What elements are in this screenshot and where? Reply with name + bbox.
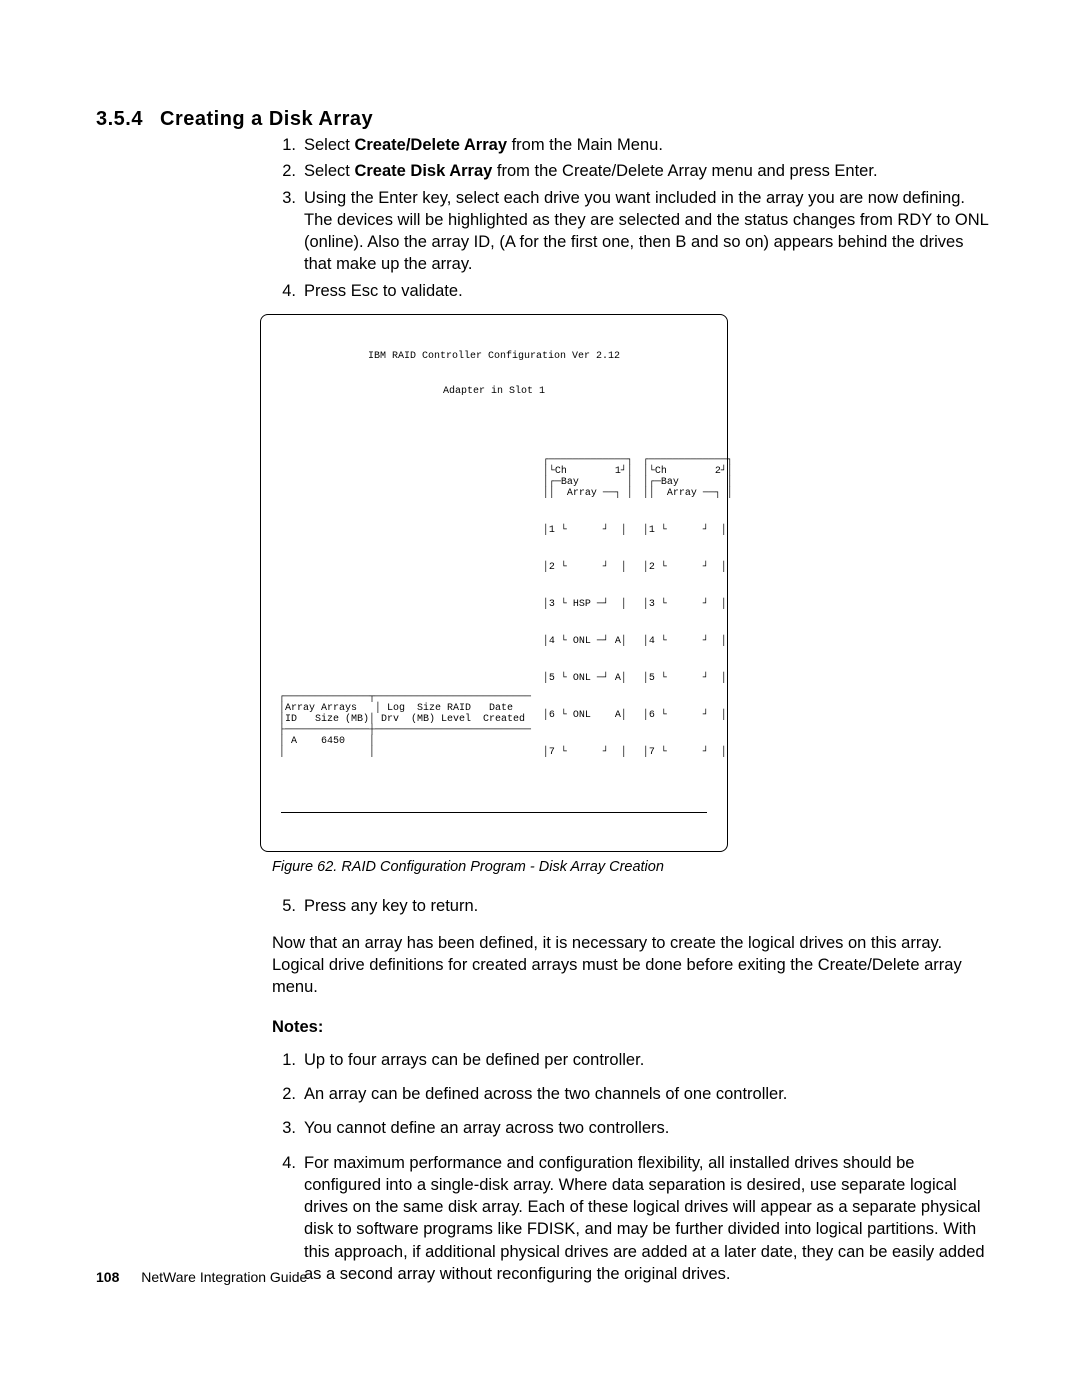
channels: ┌─────────────┐ │└Ch 1┘│ │┌─Bay │ ││ Arr… <box>531 433 729 780</box>
step-text: Press Esc to validate. <box>304 280 992 302</box>
step-marker: 2. <box>272 160 304 182</box>
figure-rule <box>281 812 707 813</box>
note-item: 3. You cannot define an array across two… <box>272 1117 992 1139</box>
array-row: A 6450 │ <box>285 736 375 747</box>
step-text: Select Create Disk Array from the Create… <box>304 160 992 182</box>
terminal-title: IBM RAID Controller Configuration Ver 2.… <box>279 351 709 362</box>
channel-head: ┌─────────────┐ │└Ch 2┘│ │┌─Bay │ ││ Arr… <box>643 455 729 499</box>
channel-2: ┌─────────────┐ │└Ch 2┘│ │┌─Bay │ ││ Arr… <box>643 433 729 780</box>
note-item: 4. For maximum performance and configura… <box>272 1152 992 1286</box>
page: 3.5.4 Creating a Disk Array 1. Select Cr… <box>0 0 1080 1397</box>
bay-row: │5 └ ONL ─┘ A│ <box>543 673 629 684</box>
array-header1: Array Arrays │ Log Size RAID Date <box>285 703 513 714</box>
section-title: Creating a Disk Array <box>160 108 373 131</box>
step-text: Press any key to return. <box>304 895 992 917</box>
text: Select <box>304 136 354 154</box>
note-text: Up to four arrays can be defined per con… <box>304 1049 992 1071</box>
channel-head: ┌─────────────┐ │└Ch 1┘│ │┌─Bay │ ││ Arr… <box>543 455 629 499</box>
text: Select <box>304 162 354 180</box>
step-marker: 5. <box>272 895 304 917</box>
text: from the Main Menu. <box>507 136 663 154</box>
figure-caption: Figure 62. RAID Configuration Program - … <box>272 858 992 878</box>
bay-row: │3 └ ┘ │ <box>643 599 729 610</box>
array-table-text: ┌──────────────┬────────────────────────… <box>279 692 531 758</box>
steps-list-continued: 5. Press any key to return. <box>272 895 992 917</box>
bay-row: │4 └ ONL ─┘ A│ <box>543 636 629 647</box>
notes-list: 1. Up to four arrays can be defined per … <box>272 1049 992 1285</box>
bay-row: │2 └ ┘ │ <box>543 562 629 573</box>
note-marker: 1. <box>272 1049 304 1071</box>
figure-terminal: IBM RAID Controller Configuration Ver 2.… <box>260 314 728 852</box>
bay-row: │6 └ ┘ │ <box>643 710 729 721</box>
step-text: Using the Enter key, select each drive y… <box>304 187 992 276</box>
bold-term: Create Disk Array <box>354 162 492 180</box>
bold-term: Create/Delete Array <box>354 136 507 154</box>
bay-row: │2 └ ┘ │ <box>643 562 729 573</box>
note-marker: 4. <box>272 1152 304 1286</box>
note-marker: 3. <box>272 1117 304 1139</box>
bay-row: │1 └ ┘ │ <box>543 525 629 536</box>
section-number: 3.5.4 <box>96 108 143 131</box>
bay-row: │1 └ ┘ │ <box>643 525 729 536</box>
note-text: An array can be defined across the two c… <box>304 1083 992 1105</box>
step-marker: 1. <box>272 134 304 156</box>
paragraph: Now that an array has been defined, it i… <box>272 932 992 999</box>
note-text: For maximum performance and configuratio… <box>304 1152 992 1286</box>
text: from the Create/Delete Array menu and pr… <box>492 162 877 180</box>
note-item: 2. An array can be defined across the tw… <box>272 1083 992 1105</box>
step-item: 4. Press Esc to validate. <box>272 280 992 302</box>
terminal-subtitle: Adapter in Slot 1 <box>279 386 709 397</box>
step-item: 2. Select Create Disk Array from the Cre… <box>272 160 992 182</box>
step-marker: 4. <box>272 280 304 302</box>
terminal-columns: ┌──────────────┬────────────────────────… <box>279 433 709 780</box>
note-item: 1. Up to four arrays can be defined per … <box>272 1049 992 1071</box>
step-text: Select Create/Delete Array from the Main… <box>304 134 992 156</box>
content-block: 1. Select Create/Delete Array from the M… <box>272 134 992 1297</box>
channel-1: ┌─────────────┐ │└Ch 1┘│ │┌─Bay │ ││ Arr… <box>543 433 629 780</box>
array-table: ┌──────────────┬────────────────────────… <box>279 675 531 780</box>
array-header2: ID Size (MB)│ Drv (MB) Level Created <box>285 714 525 725</box>
book-title: NetWare Integration Guide <box>141 1269 307 1285</box>
step-marker: 3. <box>272 187 304 276</box>
page-footer: 108 NetWare Integration Guide <box>96 1269 307 1285</box>
bay-row: │5 └ ┘ │ <box>643 673 729 684</box>
step-item: 3. Using the Enter key, select each driv… <box>272 187 992 276</box>
bay-row: │7 └ ┘ │ <box>643 747 729 758</box>
note-text: You cannot define an array across two co… <box>304 1117 992 1139</box>
steps-list: 1. Select Create/Delete Array from the M… <box>272 134 992 302</box>
notes-heading: Notes: <box>272 1016 992 1038</box>
step-item: 5. Press any key to return. <box>272 895 992 917</box>
bay-row: │7 └ ┘ │ <box>543 747 629 758</box>
page-number: 108 <box>96 1269 119 1285</box>
bay-row: │6 └ ONL A│ <box>543 710 629 721</box>
bay-row: │4 └ ┘ │ <box>643 636 729 647</box>
step-item: 1. Select Create/Delete Array from the M… <box>272 134 992 156</box>
bay-row: │3 └ HSP ─┘ │ <box>543 599 629 610</box>
figure-inner: IBM RAID Controller Configuration Ver 2.… <box>261 315 727 851</box>
note-marker: 2. <box>272 1083 304 1105</box>
